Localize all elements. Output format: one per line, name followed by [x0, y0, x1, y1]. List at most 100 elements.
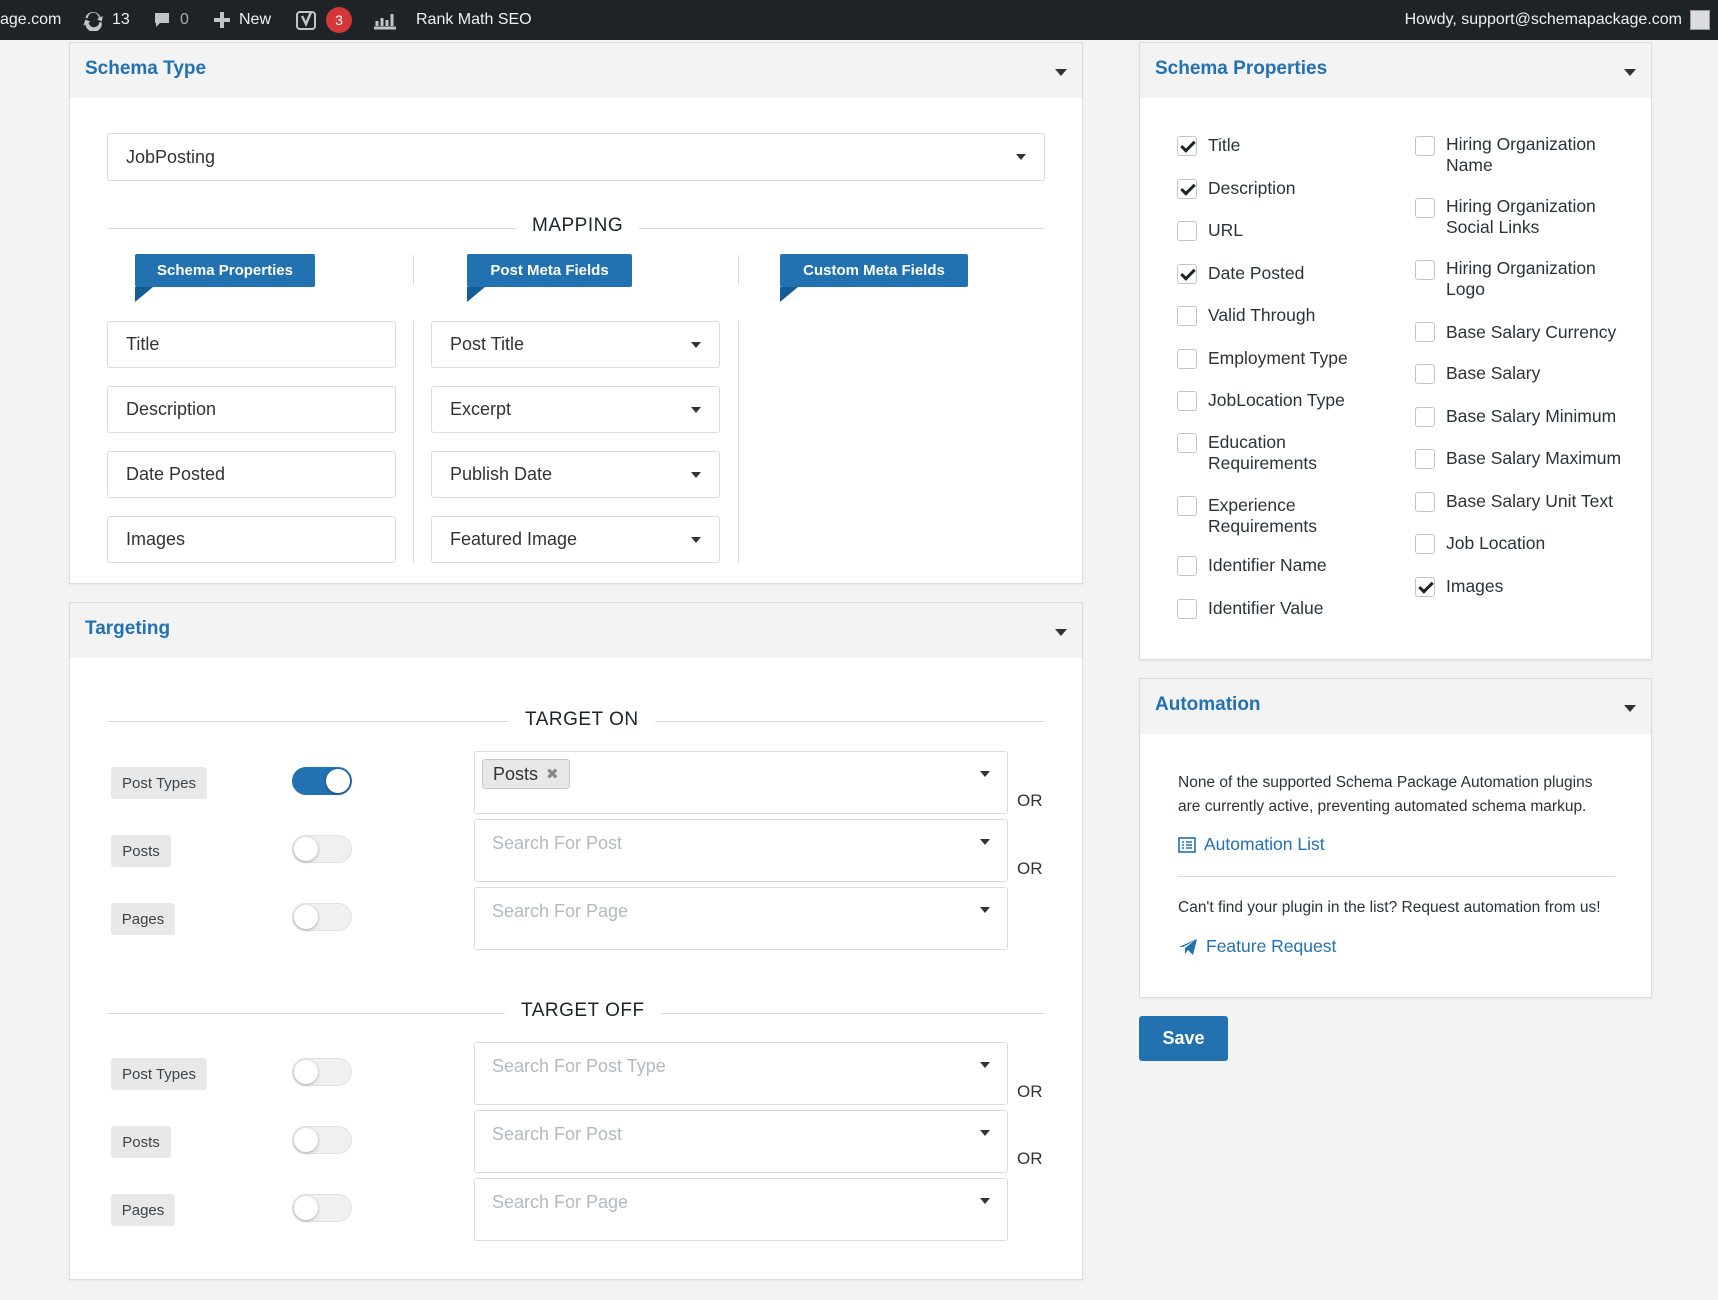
toggle-on-post-types[interactable]	[292, 767, 352, 795]
paper-plane-icon	[1179, 938, 1197, 955]
checkbox-label[interactable]: Base Salary	[1446, 363, 1636, 384]
toggle-knob	[326, 769, 350, 793]
checkbox-url[interactable]	[1177, 221, 1197, 241]
tag-posts: Posts	[111, 835, 171, 867]
howdy-text: Howdy, support@schemapackage.com	[1404, 11, 1682, 28]
select-off-pages[interactable]: Search For Page	[474, 1178, 1008, 1241]
toggle-on-posts[interactable]	[292, 835, 352, 863]
checkbox-hiring-organization-logo[interactable]	[1415, 260, 1435, 280]
checkbox-label[interactable]: Date Posted	[1208, 263, 1373, 284]
toggle-off-post-types[interactable]	[292, 1058, 352, 1086]
checkbox-experience-requirements[interactable]	[1177, 496, 1197, 516]
checkbox-label[interactable]: Base Salary Minimum	[1446, 406, 1636, 427]
checkbox-job-location[interactable]	[1415, 534, 1435, 554]
checkbox-label[interactable]: Hiring Organization Logo	[1446, 258, 1636, 300]
checkbox-label[interactable]: URL	[1208, 220, 1373, 241]
checkbox-label[interactable]: Employment Type	[1208, 348, 1373, 369]
select-off-post-types[interactable]: Search For Post Type	[474, 1042, 1008, 1105]
select-on-post-types[interactable]: Posts ✖	[474, 751, 1008, 814]
select-on-posts[interactable]: Search For Post	[474, 819, 1008, 882]
save-button[interactable]: Save	[1139, 1016, 1228, 1061]
checkbox-base-salary-unit-text[interactable]	[1415, 492, 1435, 512]
yoast-link[interactable]: 3	[296, 0, 352, 40]
checkbox-label[interactable]: JobLocation Type	[1208, 390, 1373, 411]
checkbox-label[interactable]: Job Location	[1446, 533, 1636, 554]
checkbox-hiring-organization-name[interactable]	[1415, 136, 1435, 156]
checkbox-base-salary-maximum[interactable]	[1415, 449, 1435, 469]
checkbox-label[interactable]: Education Requirements	[1208, 432, 1373, 474]
meta-select-description[interactable]: Excerpt	[431, 386, 720, 433]
checkbox-images[interactable]	[1415, 577, 1435, 597]
site-name-link[interactable]: age.com	[0, 0, 61, 40]
meta-select-date-posted[interactable]: Publish Date	[431, 451, 720, 498]
ribbon-label: Schema Properties	[157, 262, 293, 279]
automation-list-link[interactable]: Automation List	[1178, 834, 1325, 855]
meta-select-title[interactable]: Post Title	[431, 321, 720, 368]
tag-label: Posts	[122, 842, 160, 860]
toggle-on-pages[interactable]	[292, 903, 352, 931]
meta-value: Post Title	[450, 334, 525, 354]
checkbox-label[interactable]: Hiring Organization Social Links	[1446, 196, 1636, 238]
checkbox-description[interactable]	[1177, 179, 1197, 199]
checkbox-valid-through[interactable]	[1177, 306, 1197, 326]
my-account-link[interactable]: Howdy, support@schemapackage.com	[1405, 0, 1710, 40]
schema-type-header[interactable]: Schema Type	[70, 43, 1082, 98]
yoast-notification-badge: 3	[326, 7, 352, 33]
chevron-down-icon	[691, 471, 701, 478]
checkbox-label[interactable]: Base Salary Currency	[1446, 322, 1636, 343]
checkbox-label[interactable]: Valid Through	[1208, 305, 1373, 326]
checkbox-label[interactable]: Hiring Organization Name	[1446, 134, 1636, 176]
checkbox-label[interactable]: Base Salary Unit Text	[1446, 491, 1636, 512]
comments-link[interactable]: 0	[152, 0, 189, 40]
checkbox-identifier-name[interactable]	[1177, 556, 1197, 576]
checkbox-label[interactable]: Description	[1208, 178, 1373, 199]
select-on-pages[interactable]: Search For Page	[474, 887, 1008, 950]
checkbox-hiring-organization-social-links[interactable]	[1415, 198, 1435, 218]
new-content-link[interactable]: New	[213, 0, 271, 40]
rank-math-link[interactable]: Rank Math SEO	[372, 0, 532, 40]
site-name: age.com	[0, 11, 62, 28]
rank-math-label: Rank Math SEO	[416, 11, 532, 28]
chip-label: Posts	[493, 763, 539, 784]
property-field-date-posted[interactable]: Date Posted	[107, 451, 396, 498]
tag-posts: Posts	[111, 1126, 171, 1158]
collapse-caret-icon[interactable]	[1624, 705, 1636, 712]
checkbox-label[interactable]: Identifier Name	[1208, 555, 1373, 576]
plus-icon	[214, 12, 230, 28]
updates-link[interactable]: 13	[82, 0, 130, 40]
checkbox-label[interactable]: Experience Requirements	[1208, 495, 1373, 537]
property-field-description[interactable]: Description	[107, 386, 396, 433]
checkbox-education-requirements[interactable]	[1177, 433, 1197, 453]
checkbox-label[interactable]: Identifier Value	[1208, 598, 1373, 619]
checkbox-base-salary[interactable]	[1415, 364, 1435, 384]
toggle-off-pages[interactable]	[292, 1194, 352, 1222]
checkbox-base-salary-minimum[interactable]	[1415, 407, 1435, 427]
checkbox-base-salary-currency[interactable]	[1415, 322, 1435, 342]
checkbox-label[interactable]: Title	[1208, 135, 1373, 156]
targeting-header[interactable]: Targeting	[70, 603, 1082, 658]
chevron-down-icon	[1016, 154, 1026, 160]
checkbox-joblocation-type[interactable]	[1177, 391, 1197, 411]
or-label: OR	[1017, 1082, 1043, 1101]
toggle-off-posts[interactable]	[292, 1126, 352, 1154]
checkbox-date-posted[interactable]	[1177, 264, 1197, 284]
property-label: Description	[126, 399, 217, 419]
collapse-caret-icon[interactable]	[1624, 69, 1636, 76]
schema-properties-header[interactable]: Schema Properties	[1140, 43, 1651, 98]
feature-request-link[interactable]: Feature Request	[1178, 936, 1336, 957]
checkbox-title[interactable]	[1177, 136, 1197, 156]
checkbox-label[interactable]: Base Salary Maximum	[1446, 448, 1636, 469]
remove-icon[interactable]: ✖	[546, 765, 559, 783]
collapse-caret-icon[interactable]	[1055, 629, 1067, 636]
select-off-posts[interactable]: Search For Post	[474, 1110, 1008, 1173]
property-field-title[interactable]: Title	[107, 321, 396, 368]
selected-chip-posts[interactable]: Posts ✖	[482, 759, 570, 789]
automation-header[interactable]: Automation	[1140, 679, 1651, 734]
checkbox-label[interactable]: Images	[1446, 576, 1636, 597]
meta-select-images[interactable]: Featured Image	[431, 516, 720, 563]
collapse-caret-icon[interactable]	[1055, 69, 1067, 76]
checkbox-employment-type[interactable]	[1177, 349, 1197, 369]
schema-type-select[interactable]: JobPosting	[107, 133, 1045, 181]
property-field-images[interactable]: Images	[107, 516, 396, 563]
checkbox-identifier-value[interactable]	[1177, 599, 1197, 619]
